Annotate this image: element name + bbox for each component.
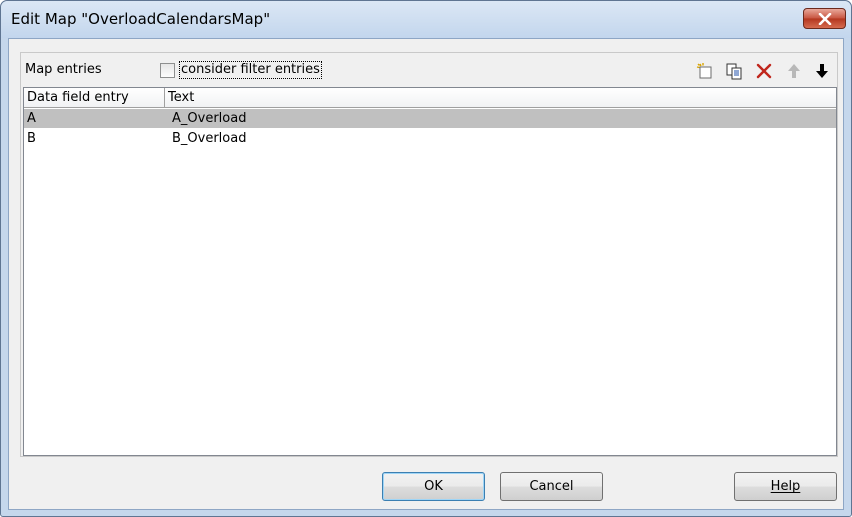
dialog-window: Edit Map "OverloadCalendarsMap" Map entr…	[0, 0, 852, 517]
title-bar[interactable]: Edit Map "OverloadCalendarsMap"	[1, 1, 851, 38]
data-field-entry-cell[interactable]: A	[24, 109, 36, 128]
delete-icon	[756, 63, 772, 79]
move-up-icon	[788, 64, 800, 78]
new-entry-icon	[696, 63, 712, 79]
consider-filter-checkbox[interactable]: consider filter entries	[160, 61, 322, 79]
delete-button[interactable]	[754, 61, 774, 81]
copy-button[interactable]	[724, 61, 744, 81]
close-button[interactable]	[803, 8, 846, 29]
column-header-text[interactable]: Text	[165, 88, 836, 108]
checkbox-box[interactable]	[160, 62, 175, 78]
window-title: Edit Map "OverloadCalendarsMap"	[11, 10, 271, 28]
map-entries-table[interactable]: Data field entry Text A A_Overload B B_O…	[23, 87, 837, 456]
text-cell[interactable]: A_Overload	[169, 109, 246, 128]
copy-icon	[726, 63, 742, 80]
help-button[interactable]: Help	[734, 472, 837, 501]
cancel-button[interactable]: Cancel	[500, 472, 603, 501]
column-header-data-field-entry[interactable]: Data field entry	[24, 88, 165, 108]
help-button-label: Help	[770, 479, 801, 494]
ok-button[interactable]: OK	[382, 472, 485, 501]
text-cell[interactable]: B_Overload	[169, 129, 246, 148]
map-entries-label: Map entries	[25, 62, 102, 77]
move-down-button[interactable]	[812, 61, 832, 81]
dialog-client: Map entries consider filter entries Data…	[8, 38, 844, 510]
close-icon	[818, 12, 831, 25]
consider-filter-label[interactable]: consider filter entries	[179, 61, 322, 79]
map-entries-group: Map entries consider filter entries Data…	[20, 52, 838, 457]
data-field-entry-cell[interactable]: B	[24, 129, 36, 148]
table-header: Data field entry Text	[24, 88, 836, 108]
move-up-button[interactable]	[784, 61, 804, 81]
table-row[interactable]: B B_Overload	[24, 129, 836, 148]
move-down-icon	[816, 64, 828, 78]
table-row[interactable]: A A_Overload	[24, 109, 836, 128]
new-entry-button[interactable]	[695, 61, 715, 81]
